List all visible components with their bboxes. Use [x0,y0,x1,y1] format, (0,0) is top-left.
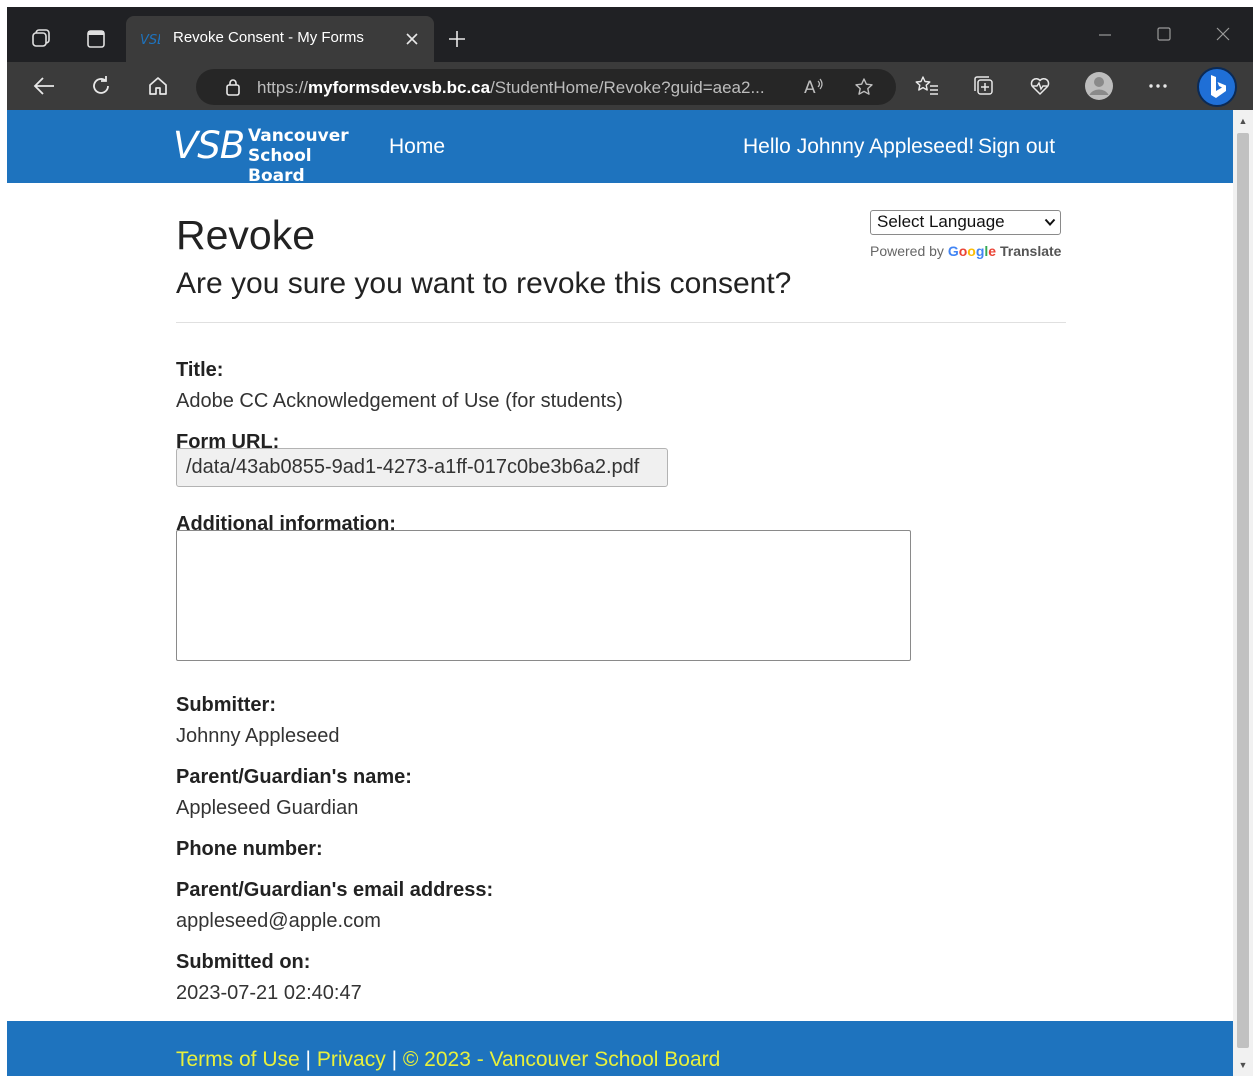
guardian-name-label: Parent/Guardian's name: [176,766,412,788]
tab-bar: VSB Revoke Consent - My Forms [7,7,1253,62]
collections-icon[interactable] [972,74,996,98]
vsb-favicon-icon: VSB [140,33,160,47]
greeting-link[interactable]: Hello Johnny Appleseed! [743,135,974,159]
footer-separator: | [391,1048,398,1071]
nav-home-link[interactable]: Home [389,135,445,159]
heart-pulse-icon[interactable] [1028,74,1052,98]
submitter-label: Submitter: [176,694,276,716]
site-navbar: VSB Vancouver School Board Home Hello Jo… [7,110,1233,186]
sign-out-link[interactable]: Sign out [978,135,1055,159]
logo-text: Vancouver School Board [248,126,349,186]
phone-label: Phone number: [176,838,323,860]
translate-link[interactable]: Translate [1000,243,1061,259]
tab-actions-icon[interactable] [85,28,107,50]
page-title: Revoke [176,212,316,258]
scroll-down-icon[interactable]: ▼ [1238,1060,1248,1070]
browser-window: VSB Revoke Consent - My Forms [7,7,1253,1076]
more-icon[interactable] [1146,77,1170,95]
footer-text: Terms of Use | Privacy | © 2023 - Vancou… [176,1048,720,1072]
copyright-link[interactable]: © 2023 - Vancouver School Board [403,1048,720,1071]
language-select[interactable]: Select Language [870,210,1061,235]
lock-icon[interactable] [223,77,243,97]
minimize-icon[interactable] [1095,29,1115,41]
address-bar[interactable]: https://myformsdev.vsb.bc.ca/StudentHome… [196,69,896,105]
favorites-list-icon[interactable] [915,74,939,98]
browser-toolbar: https://myformsdev.vsb.bc.ca/StudentHome… [7,62,1253,110]
submitted-on-label: Submitted on: [176,951,311,973]
guardian-name-value: Appleseed Guardian [176,797,359,819]
privacy-link[interactable]: Privacy [317,1048,386,1071]
workspaces-icon[interactable] [29,26,53,50]
divider [176,322,1066,323]
footer-separator: | [305,1048,312,1071]
submitted-on-value: 2023-07-21 02:40:47 [176,982,362,1004]
bing-icon[interactable] [1197,67,1237,107]
terms-of-use-link[interactable]: Terms of Use [176,1048,300,1071]
form-url-field[interactable]: /data/43ab0855-9ad1-4273-a1ff-017c0be3b6… [176,448,668,487]
title-value: Adobe CC Acknowledgement of Use (for stu… [176,390,623,412]
powered-by-google: Powered by Google Translate [870,243,1062,259]
scroll-thumb[interactable] [1237,133,1249,1048]
title-label: Title: [176,359,224,381]
vsb-logo[interactable]: VSB Vancouver School Board [173,124,363,186]
scroll-up-icon[interactable]: ▲ [1238,116,1248,126]
svg-text:VSB: VSB [140,33,160,47]
tab-title: Revoke Consent - My Forms [173,29,364,46]
logo-mark: VSB [173,124,245,167]
plus-icon[interactable] [447,29,467,49]
close-tab-icon[interactable] [404,31,420,47]
home-icon[interactable] [146,74,170,98]
submitter-value: Johnny Appleseed [176,725,340,747]
refresh-icon[interactable] [89,74,113,98]
additional-info-textarea[interactable] [176,530,911,661]
back-arrow-icon[interactable] [32,75,56,97]
url-text[interactable]: https://myformsdev.vsb.bc.ca/StudentHome… [257,78,765,98]
star-icon[interactable] [853,76,875,98]
google-logo: Google [947,243,997,259]
guardian-email-value: appleseed@apple.com [176,910,381,932]
profile-icon[interactable] [1084,71,1114,101]
page-question: Are you sure you want to revoke this con… [176,267,792,300]
site-footer: Terms of Use | Privacy | © 2023 - Vancou… [7,1021,1233,1076]
close-window-icon[interactable] [1215,26,1231,42]
vertical-scrollbar[interactable]: ▲ ▼ [1233,110,1253,1076]
read-aloud-icon[interactable]: A [802,76,826,98]
maximize-icon[interactable] [1156,26,1172,42]
guardian-email-label: Parent/Guardian's email address: [176,879,494,901]
svg-text:A: A [804,78,816,97]
chevron-down-icon [1044,218,1056,226]
page-viewport: VSB Vancouver School Board Home Hello Jo… [7,110,1233,1076]
active-tab[interactable]: VSB Revoke Consent - My Forms [126,16,434,62]
